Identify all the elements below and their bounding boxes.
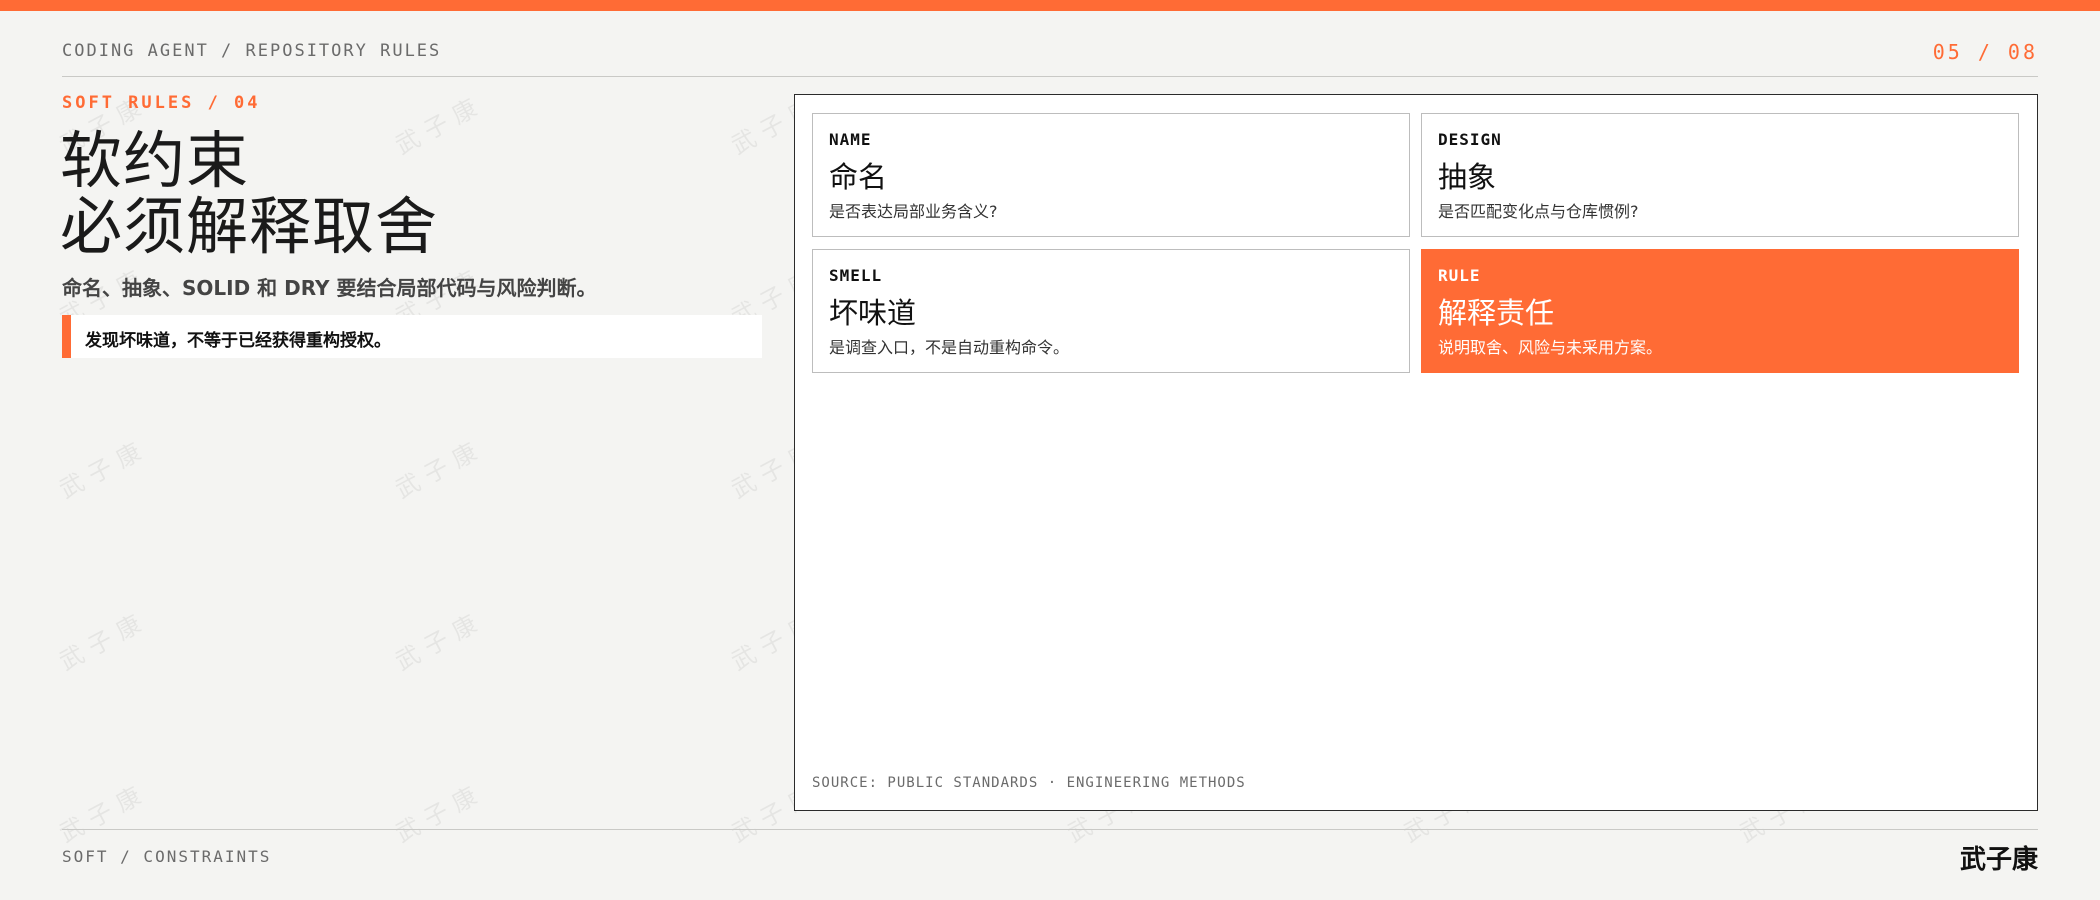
slide: 武子康 武子康 武子康 武子康 武子康 武子康 武子康 武子康 武子康 武子康 武子康 武子康 武子康武… [0,0,2100,900]
page-title-line-2: 必须解释取舍 [60,190,439,263]
card-tag: RULE [1438,266,1481,285]
header-divider [62,76,2038,77]
card-smell: SMELL 坏味道 是调查入口，不是自动重构命令。 [812,249,1410,373]
watermark-text: 武子康 [54,434,153,505]
watermark-text: 武子康 [390,434,489,505]
card-tag: SMELL [829,266,883,285]
card-tag: NAME [829,130,872,149]
card-description: 是调查入口，不是自动重构命令。 [829,338,1070,357]
watermark-text: 武子康 [54,778,153,849]
content-panel: NAME 命名 是否表达局部业务含义? DESIGN 抽象 是否匹配变化点与仓库… [794,94,2038,811]
card-description: 是否表达局部业务含义? [829,202,998,221]
card-name: NAME 命名 是否表达局部业务含义? [812,113,1410,237]
footer-divider [62,829,2038,830]
page-title-line-1: 软约束 [60,124,250,197]
page-indicator: 05 / 08 [1932,40,2038,64]
page-title: 软约束 必须解释取舍 [60,128,438,260]
watermark-text: 武子康 [54,606,153,677]
source-note: SOURCE: PUBLIC STANDARDS · ENGINEERING M… [812,775,1246,791]
watermark-text: 武子康 [390,778,489,849]
card-title: 解释责任 [1438,296,1555,330]
card-design: DESIGN 抽象 是否匹配变化点与仓库惯例? [1421,113,2019,237]
card-rule-highlight: RULE 解释责任 说明取舍、风险与未采用方案。 [1421,249,2019,373]
callout-box: 发现坏味道，不等于已经获得重构授权。 [62,315,762,358]
card-title: 命名 [829,160,888,194]
callout-text: 发现坏味道，不等于已经获得重构授权。 [85,331,391,351]
footer-author: 武子康 [1959,845,2038,875]
section-eyebrow: SOFT RULES / 04 [62,93,261,113]
watermark-text: 武子康 [390,606,489,677]
card-title: 抽象 [1438,160,1497,194]
card-description: 是否匹配变化点与仓库惯例? [1438,202,1639,221]
page-subtitle: 命名、抽象、SOLID 和 DRY 要结合局部代码与风险判断。 [62,276,597,300]
card-tag: DESIGN [1438,130,1502,149]
top-accent-bar [0,0,2100,11]
card-description: 说明取舍、风险与未采用方案。 [1438,338,1663,357]
card-title: 坏味道 [829,296,917,330]
breadcrumb: CODING AGENT / REPOSITORY RULES [62,41,442,61]
footer-section-label: SOFT / CONSTRAINTS [62,847,272,866]
